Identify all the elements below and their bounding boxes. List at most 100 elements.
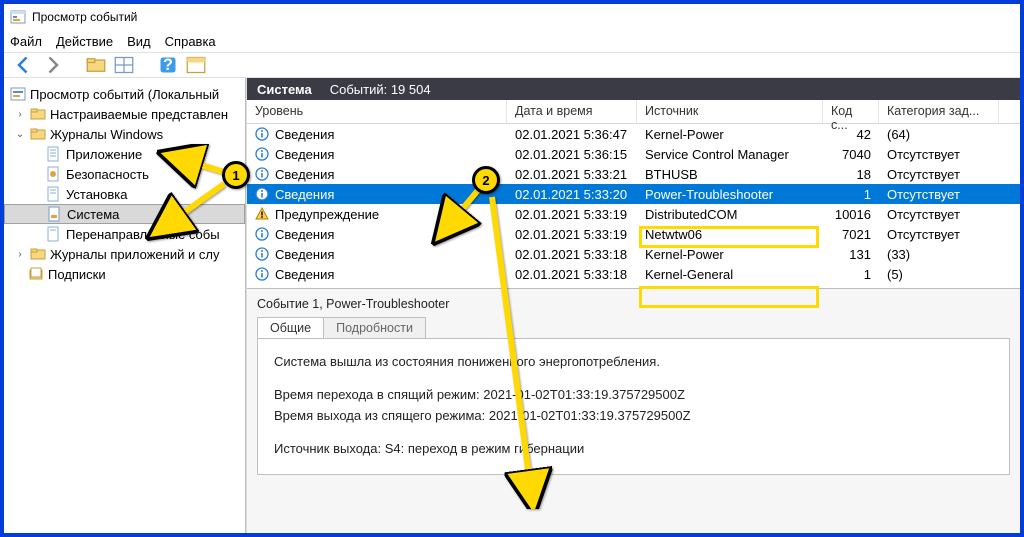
tree-label: Журналы приложений и слу (50, 247, 219, 262)
detail-body: Система вышла из состояния пониженного э… (257, 338, 1010, 475)
tree-application[interactable]: Приложение (4, 144, 245, 164)
cell-source: Service Control Manager (637, 147, 823, 162)
tree-label: Перенаправленные собы (66, 227, 220, 242)
cell-id: 1 (823, 187, 879, 202)
window-title: Просмотр событий (32, 10, 137, 24)
tree-security[interactable]: Безопасность (4, 164, 245, 184)
cell-id: 7021 (823, 227, 879, 242)
cell-id: 131 (823, 247, 879, 262)
detail-line: Система вышла из состояния пониженного э… (274, 353, 993, 372)
menu-help[interactable]: Справка (165, 34, 216, 49)
grid-header: Уровень Дата и время Источник Код с... К… (247, 100, 1020, 124)
cell-task: (33) (879, 247, 999, 262)
svg-text:?: ? (163, 56, 173, 74)
cell-source: BTHUSB (637, 167, 823, 182)
app-icon (10, 9, 26, 25)
table-row[interactable]: Предупреждение02.01.2021 5:33:19Distribu… (247, 204, 1020, 224)
cell-date: 02.01.2021 5:36:47 (507, 127, 637, 142)
cell-task: (64) (879, 127, 999, 142)
col-source[interactable]: Источник (637, 100, 823, 123)
cell-date: 02.01.2021 5:33:18 (507, 267, 637, 282)
annotation-badge-2: 2 (472, 166, 500, 194)
tree-system[interactable]: Система (4, 204, 245, 224)
tree-subscriptions[interactable]: Подписки (4, 264, 245, 284)
back-icon[interactable] (14, 55, 34, 75)
cell-level: Сведения (247, 167, 507, 182)
table-row[interactable]: Сведения02.01.2021 5:33:18Kernel-Power13… (247, 244, 1020, 264)
tree-label: Приложение (66, 147, 142, 162)
table-row[interactable]: Сведения02.01.2021 5:33:21BTHUSB18Отсутс… (247, 164, 1020, 184)
menu-file[interactable]: Файл (10, 34, 42, 49)
cell-date: 02.01.2021 5:33:21 (507, 167, 637, 182)
toolbar: ? (4, 52, 1020, 78)
detail-line: Источник выхода: S4: переход в режим гиб… (274, 440, 993, 459)
tree-appsvc-logs[interactable]: › Журналы приложений и слу (4, 244, 245, 264)
col-id[interactable]: Код с... (823, 100, 879, 123)
help-icon[interactable]: ? (158, 55, 178, 75)
cell-date: 02.01.2021 5:33:20 (507, 187, 637, 202)
cell-id: 7040 (823, 147, 879, 162)
tree-label: Настраиваемые представлен (50, 107, 228, 122)
panel-icon[interactable] (114, 55, 134, 75)
cell-level: Предупреждение (247, 207, 507, 222)
forward-icon[interactable] (42, 55, 62, 75)
cell-id: 42 (823, 127, 879, 142)
table-row[interactable]: Сведения02.01.2021 5:36:15Service Contro… (247, 144, 1020, 164)
cell-task: Отсутствует (879, 147, 999, 162)
panel2-icon[interactable] (186, 55, 206, 75)
tree-label: Журналы Windows (50, 127, 163, 142)
collapse-icon[interactable]: ⌄ (14, 128, 26, 140)
col-level[interactable]: Уровень (247, 100, 507, 123)
tab-general[interactable]: Общие (257, 317, 324, 338)
tree-label: Безопасность (66, 167, 149, 182)
tree-label: Система (67, 207, 119, 222)
tree-root[interactable]: Просмотр событий (Локальный (4, 84, 245, 104)
cell-task: Отсутствует (879, 227, 999, 242)
cell-id: 18 (823, 167, 879, 182)
pane-header: Система Событий: 19 504 (247, 78, 1020, 100)
navigation-tree[interactable]: Просмотр событий (Локальный › Настраивае… (4, 78, 246, 533)
menu-bar: Файл Действие Вид Справка (4, 30, 1020, 52)
tree-forwarded[interactable]: Перенаправленные собы (4, 224, 245, 244)
tree-label: Установка (66, 187, 127, 202)
cell-task: Отсутствует (879, 207, 999, 222)
cell-level: Сведения (247, 147, 507, 162)
expand-icon[interactable]: › (14, 108, 26, 120)
col-task[interactable]: Категория зад... (879, 100, 999, 123)
pane-title: Система (257, 82, 312, 97)
tree-label: Просмотр событий (Локальный (30, 87, 219, 102)
table-row[interactable]: Сведения02.01.2021 5:36:47Kernel-Power42… (247, 124, 1020, 144)
cell-source: Kernel-Power (637, 127, 823, 142)
cell-source: Netwtw06 (637, 227, 823, 242)
cell-date: 02.01.2021 5:33:18 (507, 247, 637, 262)
cell-task: (5) (879, 267, 999, 282)
cell-level: Сведения (247, 187, 507, 202)
cell-id: 1 (823, 267, 879, 282)
cell-level: Сведения (247, 227, 507, 242)
cell-source: DistributedCOM (637, 207, 823, 222)
table-row[interactable]: Сведения02.01.2021 5:33:20Power-Troubles… (247, 184, 1020, 204)
tree-custom-views[interactable]: › Настраиваемые представлен (4, 104, 245, 124)
col-date[interactable]: Дата и время (507, 100, 637, 123)
event-grid[interactable]: Уровень Дата и время Источник Код с... К… (247, 100, 1020, 288)
folder-icon[interactable] (86, 55, 106, 75)
table-row[interactable]: Сведения02.01.2021 5:33:19Netwtw067021От… (247, 224, 1020, 244)
tree-setup[interactable]: Установка (4, 184, 245, 204)
cell-level: Сведения (247, 247, 507, 262)
cell-source: Kernel-General (637, 267, 823, 282)
detail-line: Время выхода из спящего режима: 2021-01-… (274, 407, 993, 426)
cell-date: 02.01.2021 5:33:19 (507, 227, 637, 242)
cell-id: 10016 (823, 207, 879, 222)
menu-action[interactable]: Действие (56, 34, 113, 49)
table-row[interactable]: Сведения02.01.2021 5:33:18Kernel-General… (247, 264, 1020, 284)
event-count: Событий: 19 504 (330, 82, 431, 97)
cell-level: Сведения (247, 267, 507, 282)
menu-view[interactable]: Вид (127, 34, 151, 49)
cell-source: Power-Troubleshooter (637, 187, 823, 202)
tree-label: Подписки (48, 267, 106, 282)
cell-source: Kernel-Power (637, 247, 823, 262)
cell-date: 02.01.2021 5:33:19 (507, 207, 637, 222)
tab-details[interactable]: Подробности (323, 317, 426, 338)
expand-icon[interactable]: › (14, 248, 26, 260)
tree-windows-logs[interactable]: ⌄ Журналы Windows (4, 124, 245, 144)
